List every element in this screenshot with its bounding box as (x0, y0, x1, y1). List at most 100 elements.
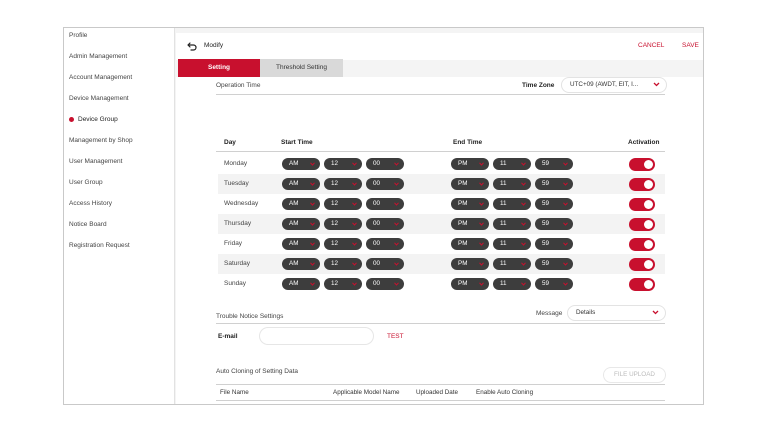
start-ampm-select[interactable]: AM (282, 178, 320, 190)
activation-toggle[interactable] (629, 158, 655, 171)
email-input[interactable] (260, 328, 373, 344)
cancel-button[interactable]: CANCEL (638, 42, 664, 49)
sidebar-item-profile[interactable]: Profile (69, 32, 87, 39)
start-hour-select[interactable]: 12 (324, 158, 362, 170)
timezone-select[interactable]: UTC+09 (AWDT, EIT, I... (562, 78, 666, 92)
select-value: PM (458, 220, 468, 227)
activation-toggle[interactable] (629, 178, 655, 191)
end-ampm-select[interactable]: PM (451, 198, 489, 210)
sidebar-item-device-group[interactable]: Device Group (69, 116, 118, 123)
start-ampm-select[interactable]: AM (282, 258, 320, 270)
start-hour-select[interactable]: 12 (324, 218, 362, 230)
table-row: Tuesday AM 12 00 PM 11 59 (218, 174, 665, 194)
start-ampm-select[interactable]: AM (282, 218, 320, 230)
sidebar-item-management-by-shop[interactable]: Management by Shop (69, 137, 133, 144)
col-file-name: File Name (220, 389, 249, 396)
start-minute-select[interactable]: 00 (366, 278, 404, 290)
sidebar-item-notice-board[interactable]: Notice Board (69, 221, 107, 228)
end-minute-select[interactable]: 59 (535, 278, 573, 290)
sidebar-item-admin-management[interactable]: Admin Management (69, 53, 127, 60)
select-value: AM (289, 200, 299, 207)
start-hour-select[interactable]: 12 (324, 238, 362, 250)
start-minute-select[interactable]: 00 (366, 218, 404, 230)
test-button[interactable]: TEST (387, 333, 404, 340)
tab-setting[interactable]: Setting (178, 59, 260, 77)
start-hour-select[interactable]: 12 (324, 198, 362, 210)
end-ampm-select[interactable]: PM (451, 278, 489, 290)
chevron-down-icon (563, 222, 568, 226)
chevron-down-icon (563, 262, 568, 266)
select-value: 59 (542, 200, 550, 207)
chevron-down-icon (352, 222, 357, 226)
start-ampm-select[interactable]: AM (282, 158, 320, 170)
select-value: AM (289, 220, 299, 227)
activation-toggle[interactable] (629, 278, 655, 291)
end-hour-select[interactable]: 11 (493, 158, 531, 170)
end-minute-select[interactable]: 59 (535, 178, 573, 190)
select-value: 00 (373, 260, 381, 267)
chevron-down-icon (310, 162, 315, 166)
file-upload-button[interactable]: FILE UPLOAD (604, 368, 665, 382)
activation-toggle[interactable] (629, 258, 655, 271)
sidebar-item-registration-request[interactable]: Registration Request (69, 242, 130, 249)
chevron-down-icon (479, 222, 484, 226)
chevron-down-icon (479, 162, 484, 166)
back-arrow-icon[interactable] (187, 41, 197, 51)
activation-toggle[interactable] (629, 238, 655, 251)
start-minute-select[interactable]: 00 (366, 258, 404, 270)
end-ampm-select[interactable]: PM (451, 158, 489, 170)
end-minute-select[interactable]: 59 (535, 258, 573, 270)
start-minute-select[interactable]: 00 (366, 238, 404, 250)
app-window: Profile Admin Management Account Managem… (63, 27, 704, 405)
tab-threshold-setting[interactable]: Threshold Setting (260, 59, 343, 77)
end-hour-select[interactable]: 11 (493, 198, 531, 210)
end-ampm-select[interactable]: PM (451, 258, 489, 270)
end-hour-select[interactable]: 11 (493, 278, 531, 290)
sidebar-item-user-management[interactable]: User Management (69, 158, 122, 165)
end-minute-select[interactable]: 59 (535, 238, 573, 250)
start-ampm-select[interactable]: AM (282, 198, 320, 210)
start-hour-select[interactable]: 12 (324, 178, 362, 190)
save-button[interactable]: SAVE (682, 42, 699, 49)
chevron-down-icon (310, 222, 315, 226)
end-ampm-select[interactable]: PM (451, 218, 489, 230)
start-hour-select[interactable]: 12 (324, 278, 362, 290)
chevron-down-icon (563, 182, 568, 186)
start-minute-select[interactable]: 00 (366, 198, 404, 210)
chevron-down-icon (352, 202, 357, 206)
col-enable-auto-cloning: Enable Auto Cloning (476, 389, 534, 396)
select-value: 11 (500, 240, 507, 247)
start-ampm-select[interactable]: AM (282, 238, 320, 250)
end-minute-select[interactable]: 59 (535, 198, 573, 210)
message-select[interactable]: Details (568, 306, 665, 320)
start-hour-select[interactable]: 12 (324, 258, 362, 270)
message-value: Details (576, 309, 596, 316)
start-ampm-select[interactable]: AM (282, 278, 320, 290)
end-hour-select[interactable]: 11 (493, 258, 531, 270)
toggle-knob (644, 180, 653, 189)
sidebar-item-access-history[interactable]: Access History (69, 200, 112, 207)
end-ampm-select[interactable]: PM (451, 238, 489, 250)
sidebar-item-device-management[interactable]: Device Management (69, 95, 129, 102)
end-ampm-select[interactable]: PM (451, 178, 489, 190)
end-minute-select[interactable]: 59 (535, 158, 573, 170)
chevron-down-icon (310, 282, 315, 286)
table-row: Sunday AM 12 00 PM 11 59 (218, 274, 665, 294)
select-value: 12 (331, 260, 339, 267)
end-minute-select[interactable]: 59 (535, 218, 573, 230)
select-value: PM (458, 280, 468, 287)
col-uploaded-date: Uploaded Date (416, 389, 459, 396)
end-hour-select[interactable]: 11 (493, 178, 531, 190)
sidebar-item-user-group[interactable]: User Group (69, 179, 103, 186)
activation-toggle[interactable] (629, 198, 655, 211)
activation-toggle[interactable] (629, 218, 655, 231)
divider (216, 94, 665, 95)
day-label: Thursday (224, 220, 252, 227)
sidebar-item-account-management[interactable]: Account Management (69, 74, 132, 81)
start-minute-select[interactable]: 00 (366, 158, 404, 170)
chevron-down-icon (352, 242, 357, 246)
start-minute-select[interactable]: 00 (366, 178, 404, 190)
end-hour-select[interactable]: 11 (493, 238, 531, 250)
end-hour-select[interactable]: 11 (493, 218, 531, 230)
table-row: Friday AM 12 00 PM 11 59 (218, 234, 665, 254)
